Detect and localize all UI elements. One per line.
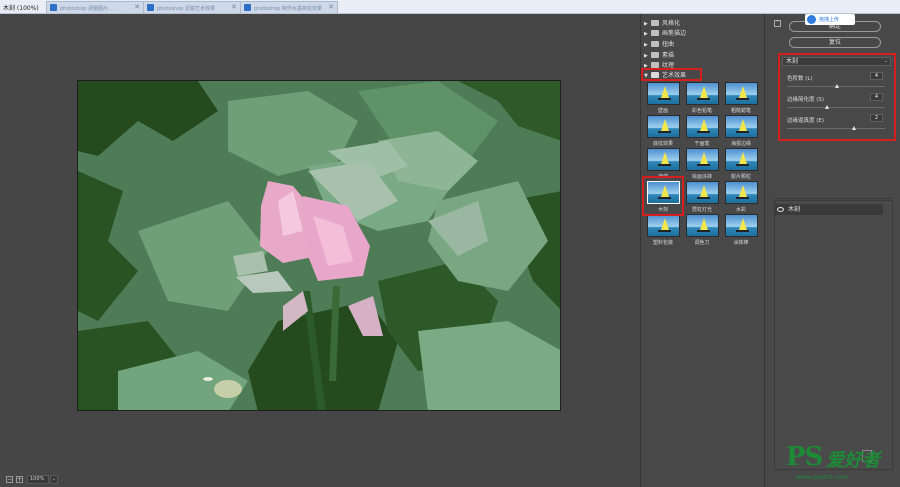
filter-thumbnail bbox=[685, 148, 719, 171]
zoom-in-button[interactable]: + bbox=[16, 476, 23, 483]
filter-thumbnail bbox=[724, 181, 758, 204]
preview-image[interactable] bbox=[77, 80, 561, 411]
window-title: 木刻 (100%) bbox=[3, 5, 39, 12]
filter-label: 胶片颗粒 bbox=[730, 174, 751, 180]
close-icon[interactable]: ✕ bbox=[231, 3, 237, 11]
collapse-gallery-button[interactable]: ⌃ bbox=[774, 20, 781, 27]
filter-rough-pastels[interactable]: 粗糙蜡笔 bbox=[723, 82, 759, 115]
filter-neon-glow[interactable]: 霓虹灯光 bbox=[684, 181, 720, 214]
filter-thumbnail bbox=[724, 115, 758, 138]
effect-layer-name: 木刻 bbox=[788, 206, 801, 213]
filter-underpainting[interactable]: 底纹效果 bbox=[645, 115, 681, 148]
expand-arrow-icon: ▶ bbox=[644, 53, 648, 59]
watermark-cn: 爱好者 bbox=[826, 450, 880, 471]
browser-tab-2[interactable]: photoshop 滤镜艺术效果 ✕ bbox=[143, 1, 241, 13]
category-label: 画笔描边 bbox=[662, 30, 687, 37]
filter-thumbnail bbox=[685, 214, 719, 237]
filter-palette-knife[interactable]: 调色刀 bbox=[684, 214, 720, 247]
category-label: 素描 bbox=[662, 52, 675, 59]
filter-dry-brush[interactable]: 干画笔 bbox=[684, 115, 720, 148]
zoom-level-field[interactable]: 100% bbox=[27, 475, 49, 484]
filter-colored-pencil[interactable]: 彩色铅笔 bbox=[684, 82, 720, 115]
browser-tab-1[interactable]: photoshop 调整图片... ✕ bbox=[46, 1, 144, 13]
filter-plastic-wrap[interactable]: 塑料包装 bbox=[645, 214, 681, 247]
filter-thumbnail bbox=[724, 214, 758, 237]
folder-icon bbox=[651, 41, 659, 47]
highlight-box-selected-filter bbox=[642, 176, 684, 216]
expand-arrow-icon: ▶ bbox=[644, 42, 648, 48]
filter-label: 底纹效果 bbox=[652, 141, 673, 147]
title-bar: 木刻 (100%) photoshop 调整图片... ✕ photoshop … bbox=[0, 0, 900, 14]
filter-thumbnail bbox=[646, 148, 680, 171]
category-brush-strokes[interactable]: ▶ 画笔描边 bbox=[644, 29, 761, 38]
category-label: 扭曲 bbox=[662, 41, 675, 48]
filter-watercolor[interactable]: 水彩 bbox=[723, 181, 759, 214]
canvas-status-bar: − + 100% ⌄ bbox=[0, 473, 640, 487]
upload-label: 拖拽上传 bbox=[819, 17, 840, 23]
filter-label: 壁画 bbox=[657, 108, 668, 114]
filter-label: 霓虹灯光 bbox=[691, 207, 712, 213]
filter-fresco[interactable]: 壁画 bbox=[645, 82, 681, 115]
chevron-down-icon[interactable]: ⌄ bbox=[50, 475, 58, 484]
filter-thumbnail bbox=[685, 181, 719, 204]
cloud-icon bbox=[807, 15, 816, 24]
filter-thumbnail bbox=[646, 115, 680, 138]
filter-thumbnail bbox=[685, 115, 719, 138]
filter-label: 水彩 bbox=[735, 207, 746, 213]
effect-layers-list bbox=[774, 200, 893, 470]
close-icon[interactable]: ✕ bbox=[134, 3, 140, 11]
divider bbox=[774, 198, 893, 199]
filter-gallery: ▶ 风格化 ▶ 画笔描边 ▶ 扭曲 ▶ 素描 ▶ 纹理 ▼ 艺术效果 壁画 彩色铅笔 粗糙蜡… bbox=[640, 14, 764, 487]
filter-film-grain[interactable]: 胶片颗粒 bbox=[723, 148, 759, 181]
filter-label: 海报边缘 bbox=[730, 141, 751, 147]
filter-label: 粗糙蜡笔 bbox=[730, 108, 751, 114]
expand-arrow-icon: ▶ bbox=[644, 31, 648, 37]
category-label: 风格化 bbox=[662, 20, 681, 27]
filter-label: 涂抹棒 bbox=[733, 240, 749, 246]
filter-smudge-stick[interactable]: 涂抹棒 bbox=[723, 214, 759, 247]
filter-thumbnail bbox=[724, 82, 758, 105]
filter-label: 彩色铅笔 bbox=[691, 108, 712, 114]
watermark-logo: PS 爱好者 www.psahz.com bbox=[786, 442, 896, 484]
folder-icon bbox=[651, 20, 659, 26]
highlight-box-category bbox=[641, 68, 702, 81]
watermark-url: www.psahz.com bbox=[796, 473, 849, 481]
highlight-box-parameters bbox=[778, 53, 896, 141]
filter-label: 干画笔 bbox=[694, 141, 710, 147]
watermark-brand: PS bbox=[786, 442, 823, 472]
browser-tab-3[interactable]: photoshop 制作水墨荷花效果 ✕ bbox=[240, 1, 338, 13]
category-stylize[interactable]: ▶ 风格化 bbox=[644, 19, 761, 28]
filter-thumbnail bbox=[646, 82, 680, 105]
category-distort[interactable]: ▶ 扭曲 bbox=[644, 40, 761, 49]
tab-app-icon bbox=[50, 4, 57, 11]
filter-paint-daubs[interactable]: 绘画涂抹 bbox=[684, 148, 720, 181]
filter-label: 调色刀 bbox=[694, 240, 710, 246]
filter-thumbnail bbox=[724, 148, 758, 171]
preview-canvas: − + 100% ⌄ bbox=[0, 14, 640, 487]
tab-label: photoshop 滤镜艺术效果 bbox=[157, 6, 216, 12]
reset-button[interactable]: 复位 bbox=[789, 37, 881, 48]
filter-label: 塑料包装 bbox=[652, 240, 673, 246]
filter-thumbnail bbox=[646, 214, 680, 237]
tab-label: photoshop 制作水墨荷花效果 bbox=[254, 6, 323, 12]
effect-layer-row[interactable]: 木刻 bbox=[775, 204, 883, 215]
upload-widget[interactable]: 拖拽上传 bbox=[805, 14, 855, 25]
woodcut-lotus-image bbox=[78, 81, 560, 410]
tab-app-icon bbox=[244, 4, 251, 11]
folder-icon bbox=[651, 52, 659, 58]
filter-label: 绘画涂抹 bbox=[691, 174, 712, 180]
folder-icon bbox=[651, 30, 659, 36]
close-icon[interactable]: ✕ bbox=[328, 3, 334, 11]
expand-arrow-icon: ▶ bbox=[644, 21, 648, 27]
tab-app-icon bbox=[147, 4, 154, 11]
filter-thumbnail bbox=[685, 82, 719, 105]
eye-icon[interactable] bbox=[777, 207, 784, 212]
category-sketch[interactable]: ▶ 素描 bbox=[644, 51, 761, 60]
filter-poster-edges[interactable]: 海报边缘 bbox=[723, 115, 759, 148]
tab-label: photoshop 调整图片... bbox=[60, 6, 113, 12]
zoom-out-button[interactable]: − bbox=[6, 476, 13, 483]
